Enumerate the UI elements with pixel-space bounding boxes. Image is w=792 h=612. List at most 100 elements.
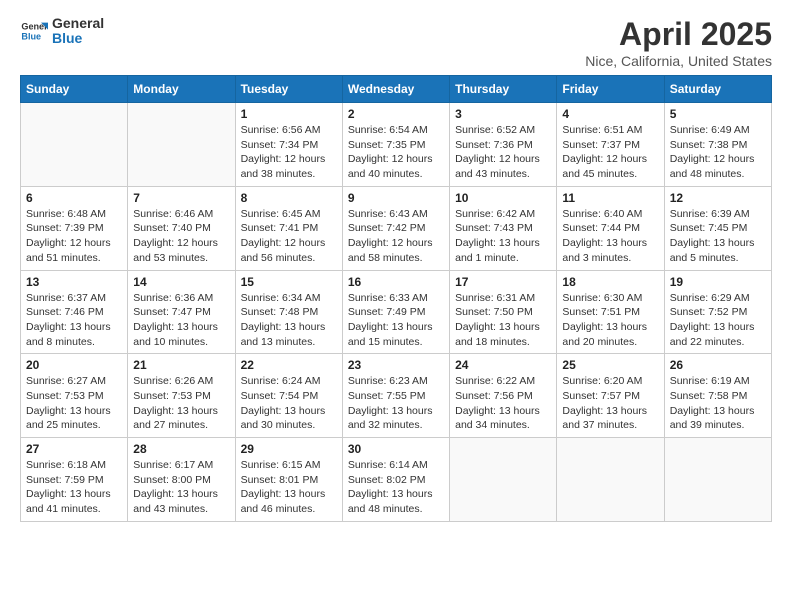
calendar-week-2: 6 Sunrise: 6:48 AMSunset: 7:39 PMDaylight… <box>21 186 772 270</box>
calendar-cell <box>450 438 557 522</box>
calendar-cell <box>557 438 664 522</box>
day-info: Sunrise: 6:48 AMSunset: 7:39 PMDaylight:… <box>26 207 122 266</box>
calendar-cell: 26 Sunrise: 6:19 AMSunset: 7:58 PMDayligh… <box>664 354 771 438</box>
calendar-header-row: SundayMondayTuesdayWednesdayThursdayFrid… <box>21 76 772 103</box>
calendar-header-friday: Friday <box>557 76 664 103</box>
day-info: Sunrise: 6:45 AMSunset: 7:41 PMDaylight:… <box>241 207 337 266</box>
calendar-cell: 21Sunrise: 6:26 AMSunset: 7:53 PMDayligh… <box>128 354 235 438</box>
header: General Blue General Blue April 2025 Nic… <box>20 16 772 69</box>
calendar-cell: 24 Sunrise: 6:22 AMSunset: 7:56 PMDayligh… <box>450 354 557 438</box>
month-title: April 2025 <box>585 16 772 53</box>
title-block: April 2025 Nice, California, United Stat… <box>585 16 772 69</box>
day-info: Sunrise: 6:42 AMSunset: 7:43 PMDaylight:… <box>455 207 551 266</box>
calendar-cell: 12 Sunrise: 6:39 AMSunset: 7:45 PMDayligh… <box>664 186 771 270</box>
calendar-cell: 4 Sunrise: 6:51 AMSunset: 7:37 PMDaylight… <box>557 103 664 187</box>
calendar-cell: 1 Sunrise: 6:56 AMSunset: 7:34 PMDaylight… <box>235 103 342 187</box>
calendar-cell: 2Sunrise: 6:54 AMSunset: 7:35 PMDaylight… <box>342 103 449 187</box>
day-number: 25 <box>562 358 658 372</box>
day-info: Sunrise: 6:43 AMSunset: 7:42 PMDaylight:… <box>348 207 444 266</box>
calendar-cell: 6 Sunrise: 6:48 AMSunset: 7:39 PMDaylight… <box>21 186 128 270</box>
calendar-cell <box>664 438 771 522</box>
day-number: 13 <box>26 275 122 289</box>
day-info: Sunrise: 6:22 AMSunset: 7:56 PMDaylight:… <box>455 374 551 433</box>
day-number: 10 <box>455 191 551 205</box>
calendar-cell: 22 Sunrise: 6:24 AMSunset: 7:54 PMDayligh… <box>235 354 342 438</box>
day-info: Sunrise: 6:20 AMSunset: 7:57 PMDaylight:… <box>562 374 658 433</box>
day-info: Sunrise: 6:56 AMSunset: 7:34 PMDaylight:… <box>241 123 337 182</box>
day-info: Sunrise: 6:19 AMSunset: 7:58 PMDaylight:… <box>670 374 766 433</box>
day-info: Sunrise: 6:14 AMSunset: 8:02 PMDaylight:… <box>348 458 444 517</box>
calendar-week-4: 20Sunrise: 6:27 AMSunset: 7:53 PMDayligh… <box>21 354 772 438</box>
calendar-cell: 3Sunrise: 6:52 AMSunset: 7:36 PMDaylight… <box>450 103 557 187</box>
day-number: 6 <box>26 191 122 205</box>
calendar-cell: 8 Sunrise: 6:45 AMSunset: 7:41 PMDaylight… <box>235 186 342 270</box>
day-info: Sunrise: 6:33 AMSunset: 7:49 PMDaylight:… <box>348 291 444 350</box>
day-info: Sunrise: 6:36 AMSunset: 7:47 PMDaylight:… <box>133 291 229 350</box>
calendar-cell: 17 Sunrise: 6:31 AMSunset: 7:50 PMDayligh… <box>450 270 557 354</box>
logo-blue: Blue <box>52 31 104 46</box>
day-number: 22 <box>241 358 337 372</box>
calendar-cell: 25 Sunrise: 6:20 AMSunset: 7:57 PMDayligh… <box>557 354 664 438</box>
calendar-cell: 15Sunrise: 6:34 AMSunset: 7:48 PMDayligh… <box>235 270 342 354</box>
calendar-header-saturday: Saturday <box>664 76 771 103</box>
day-number: 5 <box>670 107 766 121</box>
day-number: 4 <box>562 107 658 121</box>
day-number: 19 <box>670 275 766 289</box>
day-info: Sunrise: 6:51 AMSunset: 7:37 PMDaylight:… <box>562 123 658 182</box>
day-info: Sunrise: 6:46 AMSunset: 7:40 PMDaylight:… <box>133 207 229 266</box>
day-number: 21 <box>133 358 229 372</box>
calendar-cell: 11 Sunrise: 6:40 AMSunset: 7:44 PMDayligh… <box>557 186 664 270</box>
day-number: 15 <box>241 275 337 289</box>
location-title: Nice, California, United States <box>585 53 772 69</box>
calendar-header-thursday: Thursday <box>450 76 557 103</box>
day-number: 12 <box>670 191 766 205</box>
calendar-cell: 14 Sunrise: 6:36 AMSunset: 7:47 PMDayligh… <box>128 270 235 354</box>
day-number: 24 <box>455 358 551 372</box>
day-number: 11 <box>562 191 658 205</box>
day-number: 8 <box>241 191 337 205</box>
day-info: Sunrise: 6:31 AMSunset: 7:50 PMDaylight:… <box>455 291 551 350</box>
day-info: Sunrise: 6:40 AMSunset: 7:44 PMDaylight:… <box>562 207 658 266</box>
calendar-cell: 18 Sunrise: 6:30 AMSunset: 7:51 PMDayligh… <box>557 270 664 354</box>
day-info: Sunrise: 6:27 AMSunset: 7:53 PMDaylight:… <box>26 374 122 433</box>
calendar-header-sunday: Sunday <box>21 76 128 103</box>
day-info: Sunrise: 6:39 AMSunset: 7:45 PMDaylight:… <box>670 207 766 266</box>
day-number: 18 <box>562 275 658 289</box>
calendar-header-tuesday: Tuesday <box>235 76 342 103</box>
calendar-cell: 10 Sunrise: 6:42 AMSunset: 7:43 PMDayligh… <box>450 186 557 270</box>
day-number: 28 <box>133 442 229 456</box>
calendar-table: SundayMondayTuesdayWednesdayThursdayFrid… <box>20 75 772 522</box>
day-info: Sunrise: 6:15 AMSunset: 8:01 PMDaylight:… <box>241 458 337 517</box>
calendar-cell: 19 Sunrise: 6:29 AMSunset: 7:52 PMDayligh… <box>664 270 771 354</box>
day-info: Sunrise: 6:18 AMSunset: 7:59 PMDaylight:… <box>26 458 122 517</box>
calendar-cell: 30Sunrise: 6:14 AMSunset: 8:02 PMDayligh… <box>342 438 449 522</box>
calendar-header-monday: Monday <box>128 76 235 103</box>
calendar-cell: 20Sunrise: 6:27 AMSunset: 7:53 PMDayligh… <box>21 354 128 438</box>
day-number: 17 <box>455 275 551 289</box>
calendar-cell <box>128 103 235 187</box>
day-number: 1 <box>241 107 337 121</box>
day-number: 23 <box>348 358 444 372</box>
calendar-cell: 9 Sunrise: 6:43 AMSunset: 7:42 PMDaylight… <box>342 186 449 270</box>
svg-text:Blue: Blue <box>21 32 41 42</box>
logo-icon: General Blue <box>20 17 48 45</box>
calendar-cell: 27 Sunrise: 6:18 AMSunset: 7:59 PMDayligh… <box>21 438 128 522</box>
calendar-header-wednesday: Wednesday <box>342 76 449 103</box>
day-number: 3 <box>455 107 551 121</box>
calendar-cell: 23 Sunrise: 6:23 AMSunset: 7:55 PMDayligh… <box>342 354 449 438</box>
calendar-week-1: 1 Sunrise: 6:56 AMSunset: 7:34 PMDaylight… <box>21 103 772 187</box>
day-number: 9 <box>348 191 444 205</box>
day-info: Sunrise: 6:23 AMSunset: 7:55 PMDaylight:… <box>348 374 444 433</box>
day-number: 27 <box>26 442 122 456</box>
calendar-cell <box>21 103 128 187</box>
calendar-week-3: 13Sunrise: 6:37 AMSunset: 7:46 PMDayligh… <box>21 270 772 354</box>
logo-general: General <box>52 16 104 31</box>
day-number: 7 <box>133 191 229 205</box>
day-info: Sunrise: 6:29 AMSunset: 7:52 PMDaylight:… <box>670 291 766 350</box>
day-info: Sunrise: 6:24 AMSunset: 7:54 PMDaylight:… <box>241 374 337 433</box>
day-info: Sunrise: 6:17 AMSunset: 8:00 PMDaylight:… <box>133 458 229 517</box>
day-info: Sunrise: 6:30 AMSunset: 7:51 PMDaylight:… <box>562 291 658 350</box>
calendar-cell: 16Sunrise: 6:33 AMSunset: 7:49 PMDayligh… <box>342 270 449 354</box>
day-number: 26 <box>670 358 766 372</box>
day-number: 14 <box>133 275 229 289</box>
